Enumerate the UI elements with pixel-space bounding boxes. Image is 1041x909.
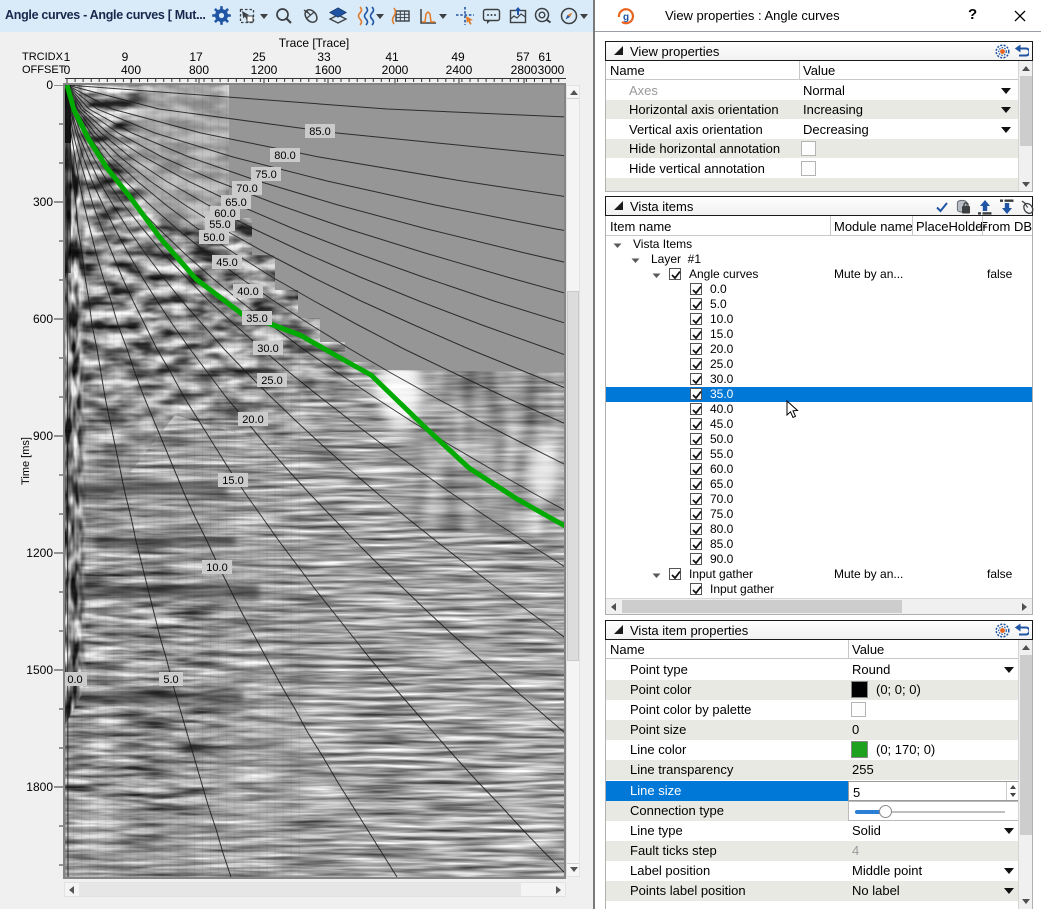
svg-text:20.0: 20.0 xyxy=(242,414,263,426)
svg-text:15.0: 15.0 xyxy=(222,475,243,487)
svg-text:30.0: 30.0 xyxy=(257,343,278,355)
svg-text:g: g xyxy=(623,12,629,23)
svg-text:55.0: 55.0 xyxy=(209,219,230,231)
svg-text:80.0: 80.0 xyxy=(274,150,295,162)
svg-text:40.0: 40.0 xyxy=(237,286,258,298)
svg-text:85.0: 85.0 xyxy=(309,126,330,138)
svg-text:25.0: 25.0 xyxy=(261,375,282,387)
svg-text:45.0: 45.0 xyxy=(216,257,237,269)
svg-text:10.0: 10.0 xyxy=(206,562,227,574)
svg-text:75.0: 75.0 xyxy=(255,169,276,181)
svg-text:50.0: 50.0 xyxy=(203,232,224,244)
svg-text:5.0: 5.0 xyxy=(163,674,178,686)
svg-text:35.0: 35.0 xyxy=(246,313,267,325)
svg-text:70.0: 70.0 xyxy=(236,183,257,195)
svg-text:0.0: 0.0 xyxy=(67,674,82,686)
